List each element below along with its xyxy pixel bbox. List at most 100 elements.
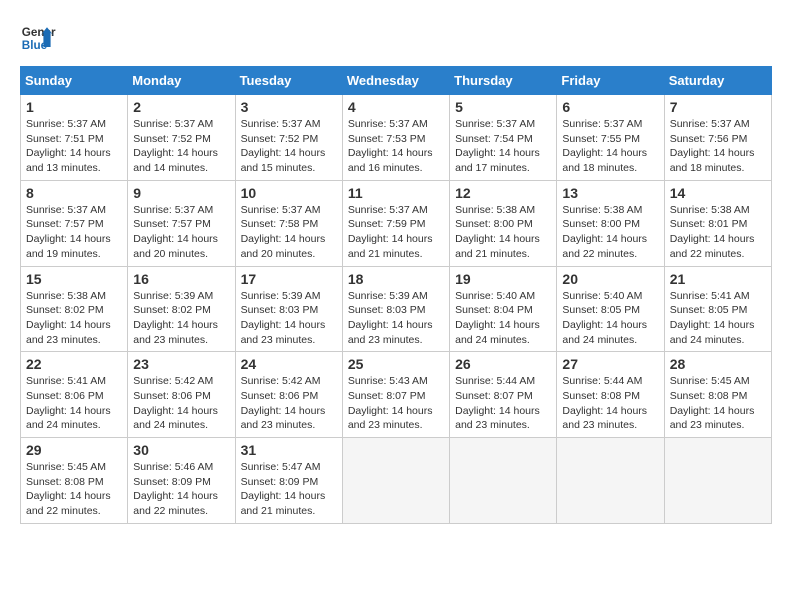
logo: General Blue — [20, 20, 56, 56]
calendar-cell — [342, 438, 449, 524]
day-number: 8 — [26, 185, 122, 201]
day-info: Sunrise: 5:37 AMSunset: 7:58 PMDaylight:… — [241, 203, 337, 262]
calendar-cell: 2 Sunrise: 5:37 AMSunset: 7:52 PMDayligh… — [128, 95, 235, 181]
day-info: Sunrise: 5:41 AMSunset: 8:06 PMDaylight:… — [26, 374, 122, 433]
day-number: 17 — [241, 271, 337, 287]
day-info: Sunrise: 5:40 AMSunset: 8:05 PMDaylight:… — [562, 289, 658, 348]
day-info: Sunrise: 5:39 AMSunset: 8:03 PMDaylight:… — [241, 289, 337, 348]
calendar-cell: 24 Sunrise: 5:42 AMSunset: 8:06 PMDaylig… — [235, 352, 342, 438]
day-info: Sunrise: 5:46 AMSunset: 8:09 PMDaylight:… — [133, 460, 229, 519]
day-info: Sunrise: 5:37 AMSunset: 7:53 PMDaylight:… — [348, 117, 444, 176]
day-number: 5 — [455, 99, 551, 115]
day-number: 1 — [26, 99, 122, 115]
day-info: Sunrise: 5:39 AMSunset: 8:03 PMDaylight:… — [348, 289, 444, 348]
calendar-cell: 29 Sunrise: 5:45 AMSunset: 8:08 PMDaylig… — [21, 438, 128, 524]
day-info: Sunrise: 5:37 AMSunset: 7:52 PMDaylight:… — [133, 117, 229, 176]
day-number: 6 — [562, 99, 658, 115]
calendar-cell: 15 Sunrise: 5:38 AMSunset: 8:02 PMDaylig… — [21, 266, 128, 352]
day-number: 19 — [455, 271, 551, 287]
calendar-cell: 17 Sunrise: 5:39 AMSunset: 8:03 PMDaylig… — [235, 266, 342, 352]
week-row-5: 29 Sunrise: 5:45 AMSunset: 8:08 PMDaylig… — [21, 438, 772, 524]
day-info: Sunrise: 5:38 AMSunset: 8:00 PMDaylight:… — [562, 203, 658, 262]
calendar-cell: 21 Sunrise: 5:41 AMSunset: 8:05 PMDaylig… — [664, 266, 771, 352]
weekday-header-saturday: Saturday — [664, 67, 771, 95]
day-number: 27 — [562, 356, 658, 372]
day-number: 9 — [133, 185, 229, 201]
day-number: 2 — [133, 99, 229, 115]
day-info: Sunrise: 5:37 AMSunset: 7:56 PMDaylight:… — [670, 117, 766, 176]
weekday-header-thursday: Thursday — [450, 67, 557, 95]
day-info: Sunrise: 5:37 AMSunset: 7:54 PMDaylight:… — [455, 117, 551, 176]
calendar-cell: 31 Sunrise: 5:47 AMSunset: 8:09 PMDaylig… — [235, 438, 342, 524]
day-number: 26 — [455, 356, 551, 372]
day-number: 12 — [455, 185, 551, 201]
calendar-cell: 5 Sunrise: 5:37 AMSunset: 7:54 PMDayligh… — [450, 95, 557, 181]
day-info: Sunrise: 5:37 AMSunset: 7:52 PMDaylight:… — [241, 117, 337, 176]
week-row-4: 22 Sunrise: 5:41 AMSunset: 8:06 PMDaylig… — [21, 352, 772, 438]
day-number: 13 — [562, 185, 658, 201]
day-number: 30 — [133, 442, 229, 458]
week-row-2: 8 Sunrise: 5:37 AMSunset: 7:57 PMDayligh… — [21, 180, 772, 266]
day-info: Sunrise: 5:41 AMSunset: 8:05 PMDaylight:… — [670, 289, 766, 348]
day-number: 7 — [670, 99, 766, 115]
calendar-cell: 16 Sunrise: 5:39 AMSunset: 8:02 PMDaylig… — [128, 266, 235, 352]
day-number: 22 — [26, 356, 122, 372]
day-number: 16 — [133, 271, 229, 287]
page-header: General Blue — [20, 20, 772, 56]
weekday-header-wednesday: Wednesday — [342, 67, 449, 95]
weekday-header-sunday: Sunday — [21, 67, 128, 95]
day-info: Sunrise: 5:38 AMSunset: 8:01 PMDaylight:… — [670, 203, 766, 262]
calendar-cell: 8 Sunrise: 5:37 AMSunset: 7:57 PMDayligh… — [21, 180, 128, 266]
day-number: 3 — [241, 99, 337, 115]
day-number: 14 — [670, 185, 766, 201]
calendar-cell: 30 Sunrise: 5:46 AMSunset: 8:09 PMDaylig… — [128, 438, 235, 524]
calendar-cell: 6 Sunrise: 5:37 AMSunset: 7:55 PMDayligh… — [557, 95, 664, 181]
weekday-header-friday: Friday — [557, 67, 664, 95]
day-number: 24 — [241, 356, 337, 372]
day-number: 10 — [241, 185, 337, 201]
weekday-header-monday: Monday — [128, 67, 235, 95]
day-number: 28 — [670, 356, 766, 372]
day-number: 11 — [348, 185, 444, 201]
calendar-cell: 19 Sunrise: 5:40 AMSunset: 8:04 PMDaylig… — [450, 266, 557, 352]
day-number: 18 — [348, 271, 444, 287]
calendar-cell: 10 Sunrise: 5:37 AMSunset: 7:58 PMDaylig… — [235, 180, 342, 266]
day-info: Sunrise: 5:44 AMSunset: 8:08 PMDaylight:… — [562, 374, 658, 433]
day-number: 23 — [133, 356, 229, 372]
calendar-cell: 28 Sunrise: 5:45 AMSunset: 8:08 PMDaylig… — [664, 352, 771, 438]
calendar-cell: 25 Sunrise: 5:43 AMSunset: 8:07 PMDaylig… — [342, 352, 449, 438]
day-info: Sunrise: 5:44 AMSunset: 8:07 PMDaylight:… — [455, 374, 551, 433]
day-info: Sunrise: 5:38 AMSunset: 8:00 PMDaylight:… — [455, 203, 551, 262]
day-info: Sunrise: 5:37 AMSunset: 7:57 PMDaylight:… — [26, 203, 122, 262]
day-info: Sunrise: 5:37 AMSunset: 7:51 PMDaylight:… — [26, 117, 122, 176]
calendar-cell: 27 Sunrise: 5:44 AMSunset: 8:08 PMDaylig… — [557, 352, 664, 438]
day-info: Sunrise: 5:37 AMSunset: 7:57 PMDaylight:… — [133, 203, 229, 262]
day-info: Sunrise: 5:42 AMSunset: 8:06 PMDaylight:… — [241, 374, 337, 433]
weekday-header-row: SundayMondayTuesdayWednesdayThursdayFrid… — [21, 67, 772, 95]
calendar-cell — [557, 438, 664, 524]
calendar-cell: 9 Sunrise: 5:37 AMSunset: 7:57 PMDayligh… — [128, 180, 235, 266]
calendar-cell: 7 Sunrise: 5:37 AMSunset: 7:56 PMDayligh… — [664, 95, 771, 181]
day-info: Sunrise: 5:45 AMSunset: 8:08 PMDaylight:… — [670, 374, 766, 433]
calendar-cell: 3 Sunrise: 5:37 AMSunset: 7:52 PMDayligh… — [235, 95, 342, 181]
logo-icon: General Blue — [20, 20, 56, 56]
day-info: Sunrise: 5:37 AMSunset: 7:55 PMDaylight:… — [562, 117, 658, 176]
calendar-cell: 23 Sunrise: 5:42 AMSunset: 8:06 PMDaylig… — [128, 352, 235, 438]
calendar-cell: 22 Sunrise: 5:41 AMSunset: 8:06 PMDaylig… — [21, 352, 128, 438]
week-row-1: 1 Sunrise: 5:37 AMSunset: 7:51 PMDayligh… — [21, 95, 772, 181]
weekday-header-tuesday: Tuesday — [235, 67, 342, 95]
day-number: 15 — [26, 271, 122, 287]
calendar-cell: 12 Sunrise: 5:38 AMSunset: 8:00 PMDaylig… — [450, 180, 557, 266]
week-row-3: 15 Sunrise: 5:38 AMSunset: 8:02 PMDaylig… — [21, 266, 772, 352]
day-info: Sunrise: 5:42 AMSunset: 8:06 PMDaylight:… — [133, 374, 229, 433]
calendar-cell: 20 Sunrise: 5:40 AMSunset: 8:05 PMDaylig… — [557, 266, 664, 352]
day-number: 25 — [348, 356, 444, 372]
day-info: Sunrise: 5:45 AMSunset: 8:08 PMDaylight:… — [26, 460, 122, 519]
day-number: 29 — [26, 442, 122, 458]
day-info: Sunrise: 5:39 AMSunset: 8:02 PMDaylight:… — [133, 289, 229, 348]
day-number: 20 — [562, 271, 658, 287]
calendar-cell — [664, 438, 771, 524]
calendar-cell: 13 Sunrise: 5:38 AMSunset: 8:00 PMDaylig… — [557, 180, 664, 266]
calendar-cell: 11 Sunrise: 5:37 AMSunset: 7:59 PMDaylig… — [342, 180, 449, 266]
day-info: Sunrise: 5:38 AMSunset: 8:02 PMDaylight:… — [26, 289, 122, 348]
